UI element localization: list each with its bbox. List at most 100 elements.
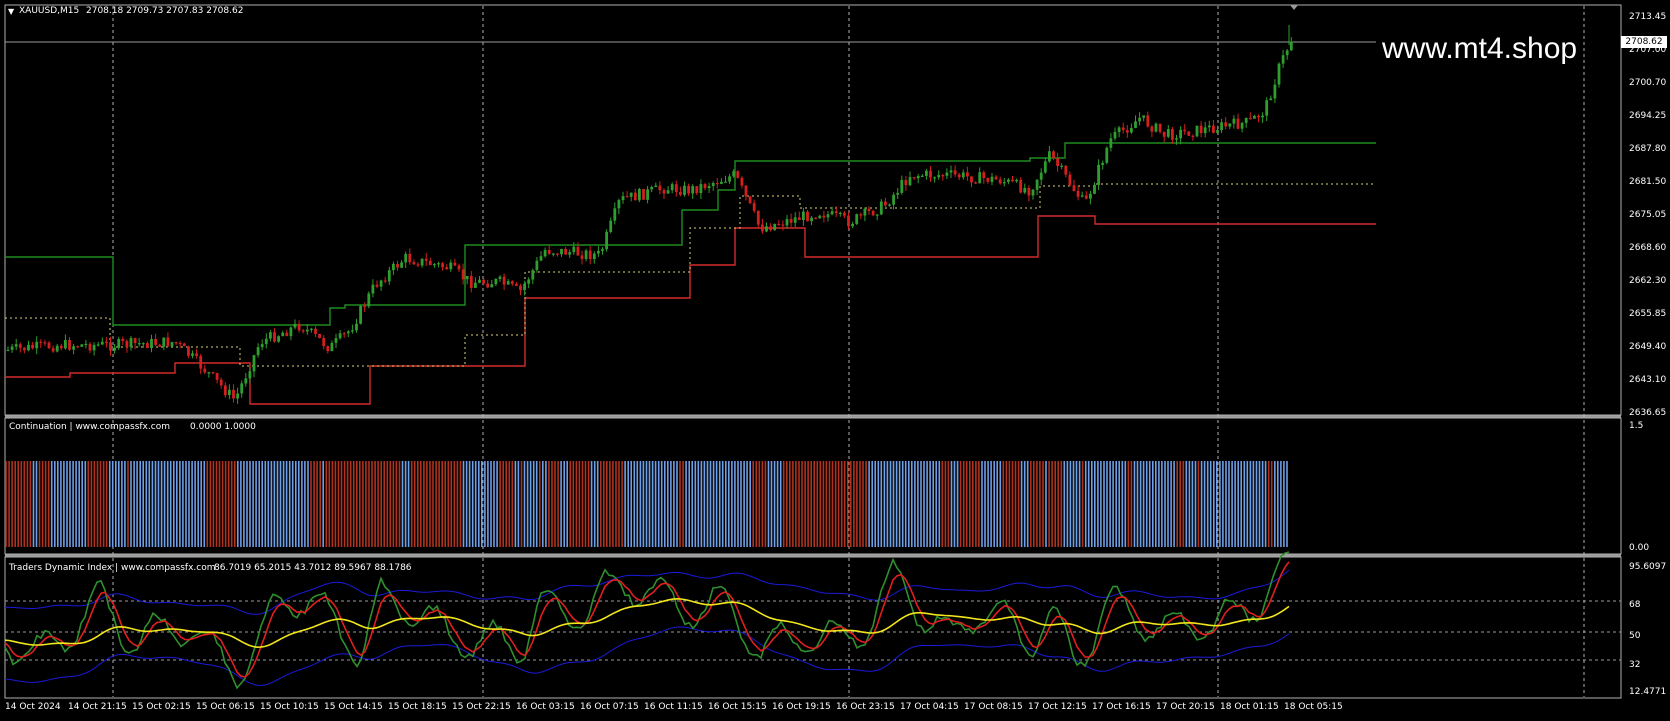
candle-body bbox=[1162, 131, 1166, 137]
candle-body bbox=[51, 348, 55, 352]
candle-body bbox=[351, 330, 354, 332]
candle-body bbox=[1179, 129, 1182, 139]
candle-body bbox=[392, 263, 395, 271]
candle-body bbox=[318, 333, 321, 338]
candle-body bbox=[137, 343, 141, 345]
candle-body bbox=[535, 260, 539, 271]
candle-body bbox=[162, 337, 166, 347]
candle-body bbox=[781, 224, 785, 226]
candle-body bbox=[1056, 158, 1059, 166]
candle-body bbox=[1248, 117, 1252, 120]
candle-body bbox=[109, 342, 112, 351]
time-label: 17 Oct 08:15 bbox=[964, 702, 1023, 712]
candle-body bbox=[736, 171, 740, 178]
candle-body bbox=[334, 338, 338, 343]
tdi-scale-label: 68 bbox=[1629, 600, 1641, 610]
candle-body bbox=[293, 323, 297, 328]
candle-body bbox=[556, 253, 559, 255]
candle-body bbox=[371, 284, 375, 294]
candle-body bbox=[912, 177, 916, 179]
candle-body bbox=[1220, 122, 1223, 131]
candle-body bbox=[207, 372, 211, 374]
candle-body bbox=[1011, 179, 1014, 182]
candle-body bbox=[752, 203, 756, 211]
candle-body bbox=[744, 185, 748, 197]
candle-body bbox=[342, 333, 346, 335]
candle-body bbox=[174, 342, 178, 344]
candle-body bbox=[1269, 98, 1273, 101]
candle-body bbox=[904, 180, 908, 186]
time-label: 16 Oct 11:15 bbox=[644, 702, 703, 712]
candle-body bbox=[285, 332, 289, 337]
candle-body bbox=[1007, 179, 1010, 182]
candle-body bbox=[1191, 135, 1195, 137]
candle-body bbox=[1015, 179, 1018, 182]
candle-body bbox=[387, 270, 391, 282]
candle-body bbox=[920, 175, 924, 177]
candle-body bbox=[576, 246, 580, 256]
candle-body bbox=[428, 260, 432, 265]
candle-body bbox=[240, 383, 244, 394]
candle-body bbox=[945, 172, 949, 176]
candle-body bbox=[777, 223, 781, 226]
candle-body bbox=[773, 223, 777, 231]
candle-body bbox=[68, 340, 71, 350]
candle-body bbox=[1072, 185, 1076, 191]
tdi-panel-frame bbox=[4, 556, 1622, 699]
candle-body bbox=[884, 201, 887, 206]
candle-body bbox=[572, 246, 576, 253]
candle-body bbox=[892, 194, 895, 205]
candle-body bbox=[408, 253, 412, 263]
candle-body bbox=[449, 262, 453, 270]
candle-body bbox=[785, 219, 789, 226]
candle-body bbox=[433, 264, 436, 266]
candle-body bbox=[674, 184, 678, 192]
candle-body bbox=[31, 344, 34, 349]
candle-body bbox=[900, 180, 904, 193]
candle-body bbox=[851, 223, 854, 227]
candle-body bbox=[1289, 41, 1293, 51]
candle-body bbox=[88, 343, 92, 351]
candle-body bbox=[404, 253, 408, 263]
time-label: 16 Oct 19:15 bbox=[772, 702, 831, 712]
candle-body bbox=[847, 215, 850, 227]
time-label: 16 Oct 03:15 bbox=[516, 702, 575, 712]
candle-body bbox=[933, 177, 936, 179]
candle-body bbox=[260, 344, 264, 348]
candle-body bbox=[1212, 125, 1215, 133]
candle-body bbox=[301, 330, 305, 332]
candle-body bbox=[1244, 117, 1248, 123]
candle-body bbox=[457, 265, 461, 270]
ohlc-values: 2708.18 2709.73 2707.83 2708.62 bbox=[86, 6, 244, 16]
candle-body bbox=[937, 175, 941, 178]
candle-body bbox=[100, 341, 104, 345]
candle-body bbox=[92, 344, 96, 351]
candle-body bbox=[14, 344, 18, 347]
candle-body bbox=[510, 281, 514, 284]
candle-body bbox=[1171, 129, 1174, 140]
candle-body bbox=[925, 170, 928, 176]
candle-body bbox=[597, 250, 600, 254]
candle-body bbox=[588, 250, 592, 259]
symbol-menu-triangle-icon[interactable]: ▼ bbox=[8, 6, 14, 17]
time-label: 17 Oct 16:15 bbox=[1092, 702, 1151, 712]
symbol-title: XAUUSD,M15 bbox=[19, 6, 80, 16]
candle-body bbox=[416, 264, 420, 266]
candle-body bbox=[1125, 130, 1129, 133]
candle-body bbox=[326, 346, 330, 352]
chart-canvas[interactable] bbox=[0, 0, 1670, 721]
candle-body bbox=[125, 341, 129, 348]
candle-body bbox=[494, 278, 498, 285]
candle-body bbox=[642, 189, 645, 200]
price-label: 2643.10 bbox=[1629, 375, 1667, 385]
candle-body bbox=[1138, 117, 1141, 122]
candle-body bbox=[506, 281, 510, 285]
candle-body bbox=[277, 336, 280, 342]
candle-body bbox=[1146, 115, 1150, 127]
candle-body bbox=[629, 192, 633, 197]
candle-body bbox=[1166, 129, 1170, 137]
candle-body bbox=[39, 341, 43, 343]
candle-body bbox=[1187, 131, 1191, 136]
candle-body bbox=[84, 343, 88, 346]
candle-body bbox=[609, 220, 613, 232]
